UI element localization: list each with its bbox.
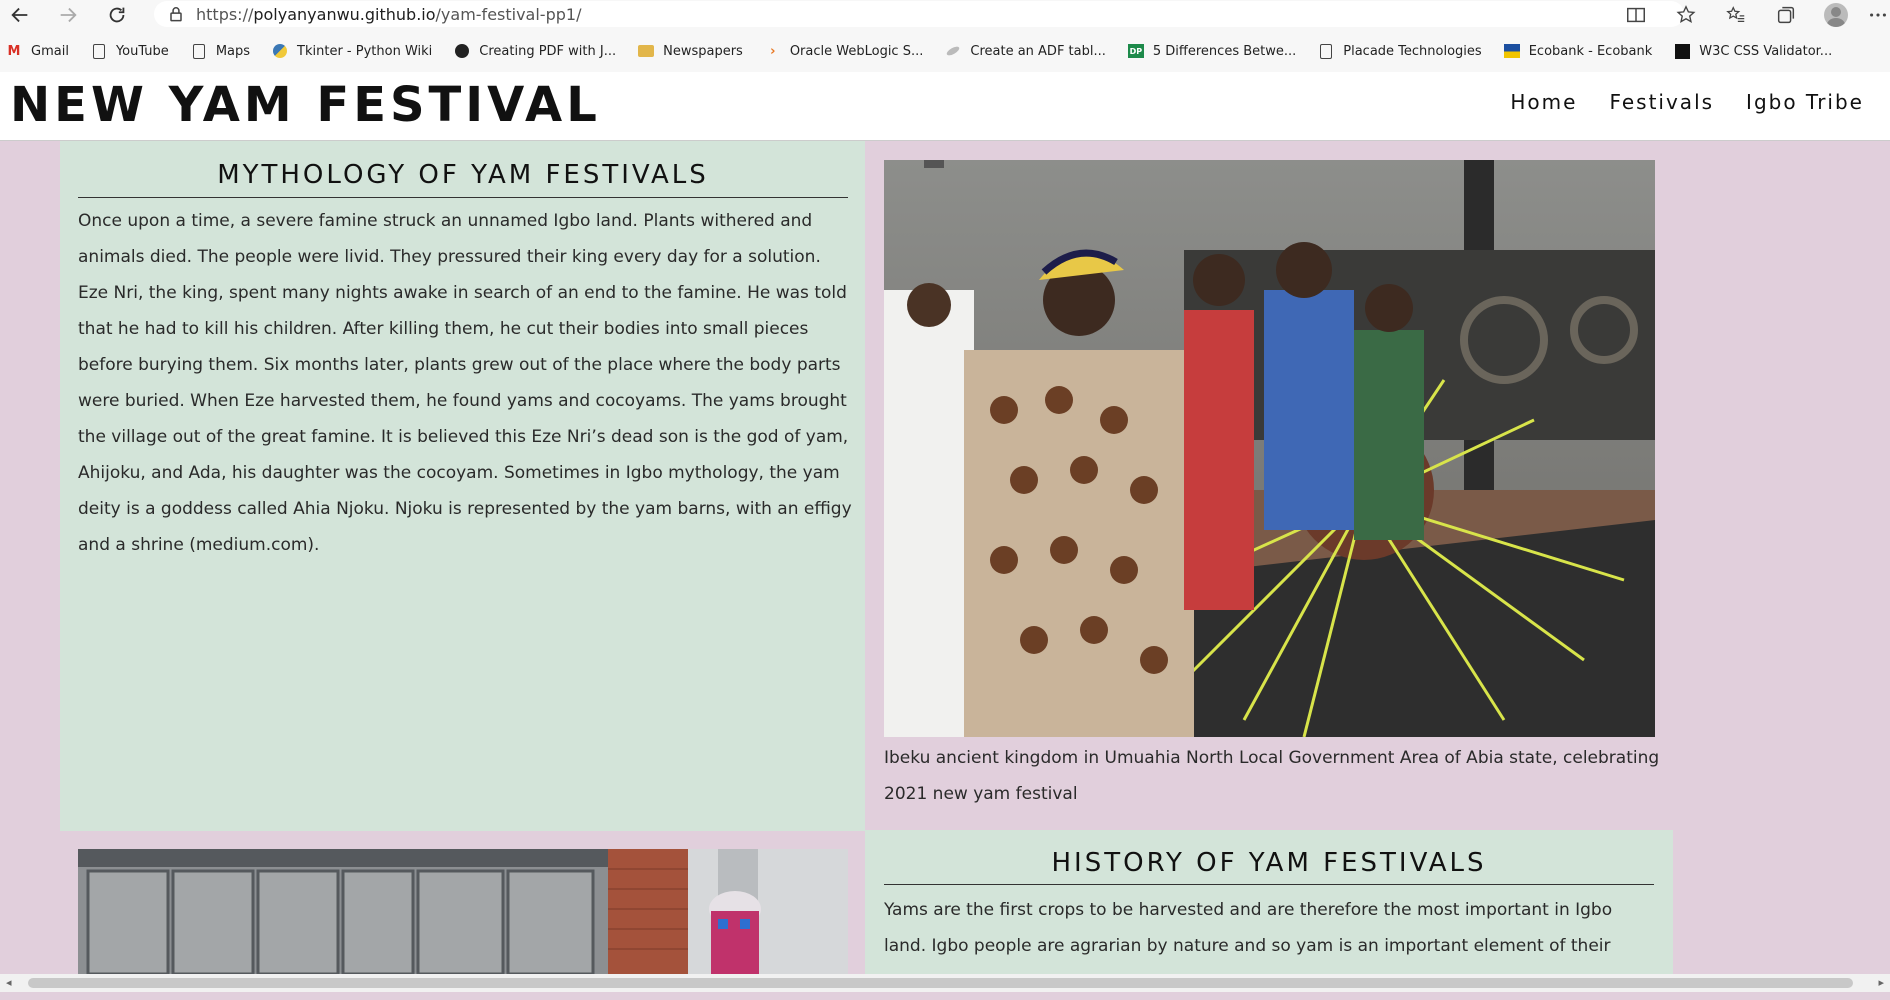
- bookmark-label: Newspapers: [663, 43, 743, 59]
- page-icon: [1318, 43, 1334, 59]
- history-section: HISTORY OF YAM FESTIVALS Yams are the fi…: [865, 830, 1673, 992]
- reload-button[interactable]: [97, 0, 137, 30]
- arrow-left-icon: [11, 7, 28, 23]
- bookmark-label: Gmail: [31, 43, 69, 59]
- browser-chrome: https://polyanyanwu.github.io/yam-festiv…: [0, 0, 1890, 72]
- horizontal-scrollbar[interactable]: ◂ ▸: [0, 974, 1890, 992]
- oracle-icon: ›: [770, 43, 776, 59]
- bookmark-label: Placade Technologies: [1343, 43, 1482, 59]
- collections-button[interactable]: [1766, 2, 1806, 28]
- nav-link-home[interactable]: Home: [1510, 90, 1577, 114]
- forward-button[interactable]: [48, 0, 88, 30]
- feather-icon: [945, 43, 961, 59]
- bookmark-label: Ecobank - Ecobank: [1528, 43, 1653, 59]
- bookmark-newspapers[interactable]: Newspapers: [638, 43, 743, 59]
- photo-caption: Ibeku ancient kingdom in Umuahia North L…: [884, 748, 1660, 804]
- scroll-left-arrow-icon[interactable]: ◂: [6, 976, 12, 989]
- bookmark-adf[interactable]: Create an ADF tabl...: [945, 43, 1106, 59]
- url-host: polyanyanwu.github.io: [253, 4, 436, 24]
- mythology-section: MYTHOLOGY OF YAM FESTIVALS Once upon a t…: [60, 141, 865, 831]
- bookmark-w3c[interactable]: W3C CSS Validator...: [1674, 43, 1832, 59]
- profile-button[interactable]: [1816, 2, 1856, 28]
- avatar-icon: [1824, 3, 1848, 27]
- mythology-text: Once upon a time, a severe famine struck…: [78, 211, 852, 555]
- bookmark-label: Create an ADF tabl...: [970, 43, 1106, 59]
- page-icon: [91, 43, 107, 59]
- bookmark-creating-pdf[interactable]: Creating PDF with J...: [454, 43, 616, 59]
- bookmark-label: Oracle WebLogic S...: [789, 43, 924, 59]
- folder-icon: [638, 43, 655, 59]
- bookmark-placade[interactable]: Placade Technologies: [1318, 43, 1482, 59]
- lock-icon: [170, 7, 182, 22]
- site-nav: Home Festivals Igbo Tribe: [1510, 90, 1864, 114]
- reader-view-button[interactable]: [1616, 2, 1656, 28]
- bookmark-tkinter[interactable]: Tkinter - Python Wiki: [272, 43, 432, 59]
- festival-photo: [884, 160, 1655, 737]
- more-menu-button[interactable]: [1866, 2, 1890, 28]
- bookmark-label: 5 Differences Betwe...: [1152, 43, 1297, 59]
- bookmark-maps[interactable]: Maps: [191, 43, 250, 59]
- scroll-right-arrow-icon[interactable]: ▸: [1878, 976, 1884, 989]
- ecobank-icon: [1503, 43, 1520, 59]
- url-path: /yam-festival-pp1/: [435, 4, 582, 24]
- bookmark-label: Creating PDF with J...: [479, 43, 617, 59]
- arrow-right-icon: [60, 7, 77, 23]
- site-header: NEW YAM FESTIVAL Home Festivals Igbo Tri…: [0, 72, 1890, 141]
- bookmark-label: YouTube: [115, 43, 169, 59]
- w3c-icon: [1674, 43, 1690, 59]
- address-bar[interactable]: https://polyanyanwu.github.io/yam-festiv…: [154, 1, 1684, 27]
- nav-link-festivals[interactable]: Festivals: [1609, 90, 1714, 114]
- favorites-button[interactable]: [1716, 2, 1756, 28]
- reader-view-icon: [1627, 7, 1645, 23]
- back-button[interactable]: [0, 0, 40, 30]
- bookmark-youtube[interactable]: YouTube: [91, 43, 169, 59]
- url-prefix: https://: [196, 4, 254, 24]
- more-icon: [1870, 13, 1886, 17]
- mythology-title: MYTHOLOGY OF YAM FESTIVALS: [78, 153, 848, 198]
- gmail-icon: M: [7, 43, 21, 59]
- bookmark-ecobank[interactable]: Ecobank - Ecobank: [1503, 43, 1653, 59]
- history-title: HISTORY OF YAM FESTIVALS: [884, 842, 1654, 885]
- collections-icon: [1777, 6, 1795, 24]
- site-logo[interactable]: NEW YAM FESTIVAL: [10, 77, 601, 133]
- bookmarks-bar: M Gmail YouTube Maps Tkinter - Python Wik…: [0, 36, 1890, 66]
- python-icon: [272, 43, 288, 59]
- github-icon: [454, 43, 470, 59]
- bookmark-label: W3C CSS Validator...: [1699, 43, 1833, 59]
- star-plus-icon: [1676, 5, 1696, 23]
- bottom-festival-photo: [78, 849, 848, 974]
- page-icon: [191, 43, 207, 59]
- bookmark-label: Tkinter - Python Wiki: [297, 43, 433, 59]
- bookmark-label: Maps: [215, 43, 251, 59]
- nav-link-igbo-tribe[interactable]: Igbo Tribe: [1746, 90, 1864, 114]
- favorites-icon: [1726, 6, 1745, 23]
- bookmark-gmail[interactable]: M Gmail: [6, 43, 69, 59]
- bookmark-oracle[interactable]: › Oracle WebLogic S...: [765, 43, 924, 59]
- dp-icon: DP: [1127, 43, 1144, 59]
- reload-icon: [109, 7, 125, 23]
- bookmark-5-differences[interactable]: DP 5 Differences Betwe...: [1127, 43, 1297, 59]
- scrollbar-thumb[interactable]: [28, 978, 1853, 988]
- add-favorite-button[interactable]: [1666, 2, 1706, 28]
